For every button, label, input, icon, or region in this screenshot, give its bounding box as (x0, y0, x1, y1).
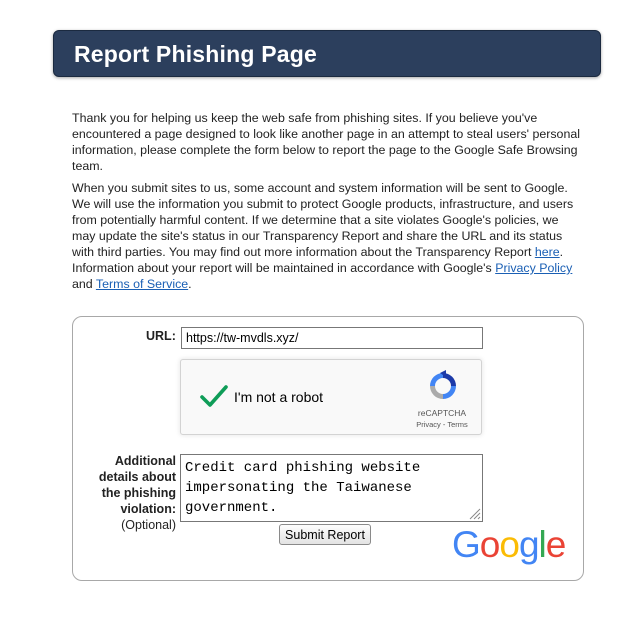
google-logo-letter: o (479, 524, 501, 565)
details-label-text: Additional details about the phishing vi… (98, 454, 176, 516)
transparency-report-link[interactable]: here (535, 245, 560, 259)
google-logo-letter: e (545, 524, 567, 565)
recaptcha-brand: reCAPTCHA (417, 408, 467, 418)
and-text: and (72, 277, 96, 291)
intro-paragraph-2: When you submit sites to us, some accoun… (72, 180, 582, 292)
google-logo-letter: o (499, 524, 520, 565)
recaptcha-widget: I'm not a robot reCAPTCHA Privacy - Term… (180, 359, 482, 435)
google-logo-letter: G (452, 524, 481, 565)
optional-label: (Optional) (121, 518, 176, 532)
details-label: Additional details about the phishing vi… (86, 453, 176, 533)
recaptcha-privacy-terms[interactable]: Privacy - Terms (407, 420, 477, 429)
checkmark-icon[interactable] (199, 382, 229, 412)
resize-grip-icon[interactable] (467, 506, 481, 520)
captcha-label: I'm not a robot (234, 389, 324, 405)
privacy-policy-link[interactable]: Privacy Policy (495, 261, 572, 275)
submit-report-button[interactable]: Submit Report (279, 524, 371, 545)
recaptcha-logo-icon (427, 370, 459, 402)
google-logo: Google (452, 524, 567, 565)
end-period: . (188, 277, 192, 291)
terms-of-service-link[interactable]: Terms of Service (96, 277, 188, 291)
intro-paragraph-1: Thank you for helping us keep the web sa… (72, 111, 580, 173)
intro-text: Thank you for helping us keep the web sa… (72, 110, 582, 298)
google-logo-letter: g (518, 524, 540, 565)
page-title: Report Phishing Page (74, 41, 317, 67)
details-textarea[interactable]: Credit card phishing website impersonati… (180, 454, 483, 522)
url-input[interactable] (181, 327, 483, 349)
google-logo-letter: l (538, 524, 547, 565)
page-header: Report Phishing Page (53, 30, 601, 77)
intro-paragraph-2-text: When you submit sites to us, some accoun… (72, 181, 574, 259)
url-label: URL: (146, 329, 176, 343)
